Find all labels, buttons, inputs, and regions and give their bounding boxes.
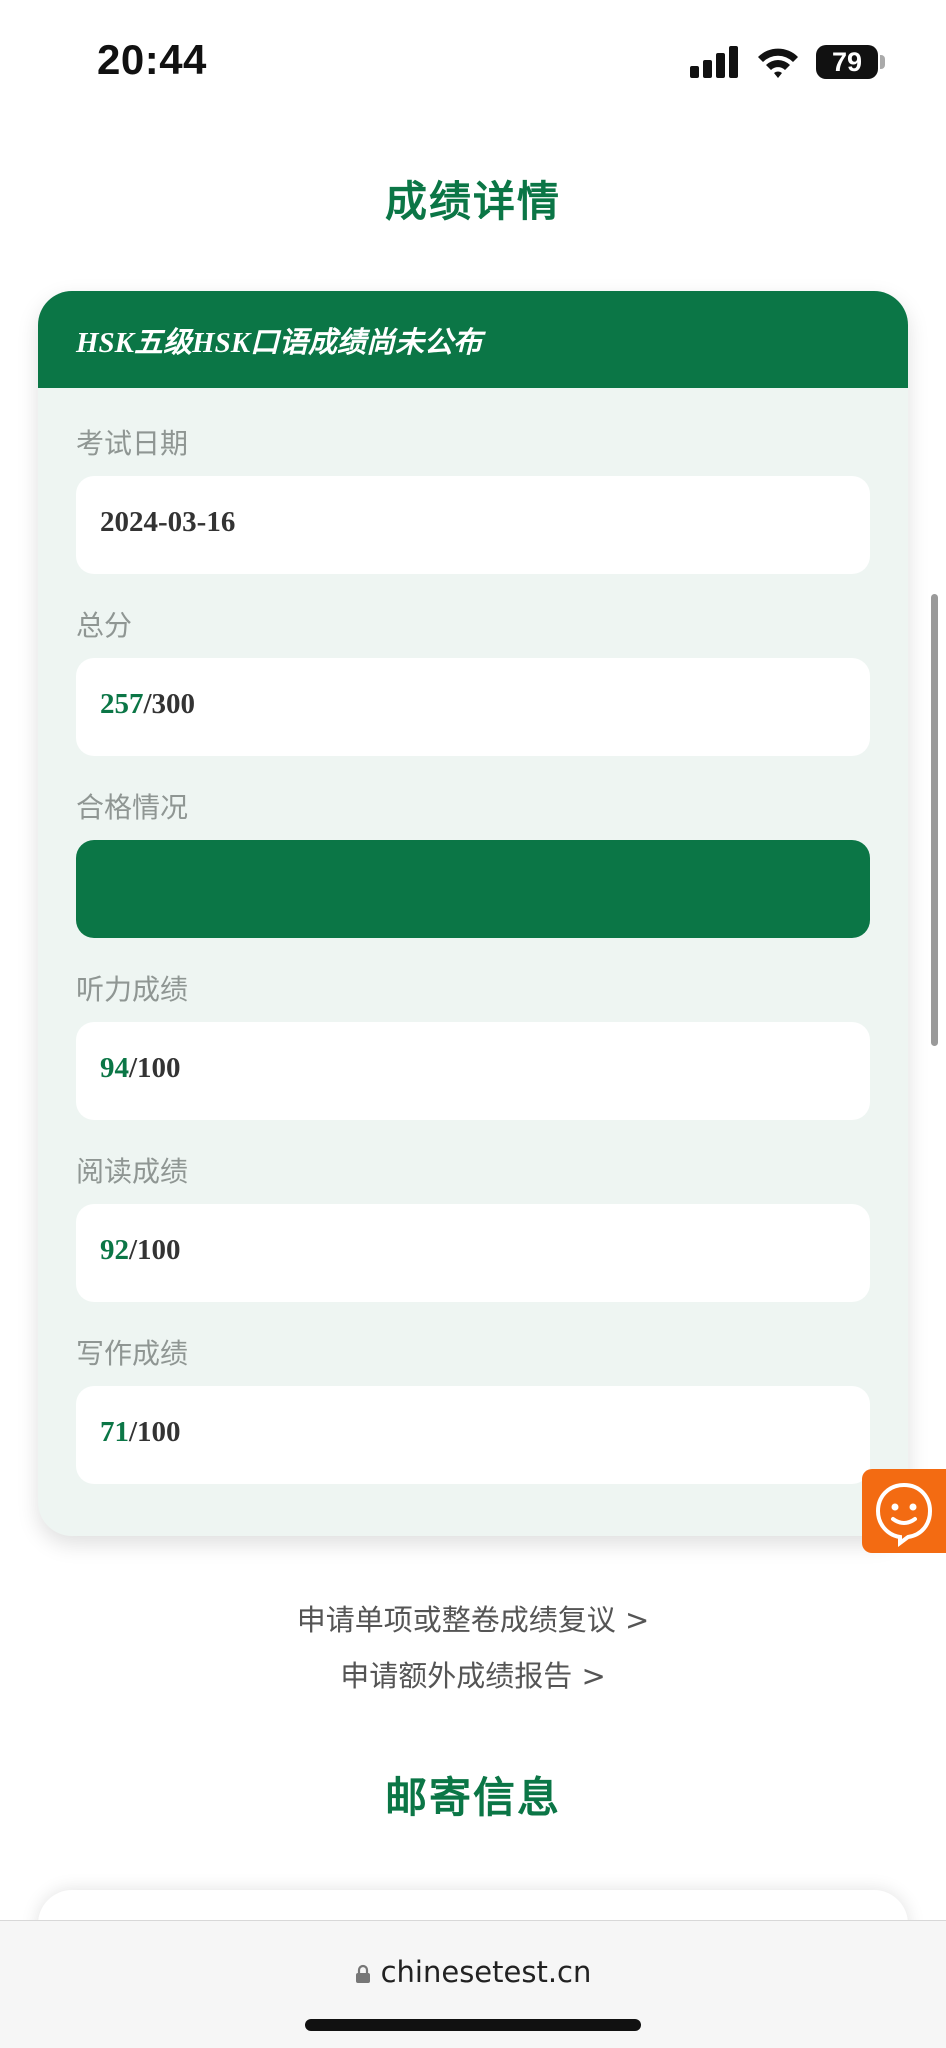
exam-date-value: 2024-03-16: [100, 506, 236, 538]
total-score-field: 257/300: [76, 658, 870, 756]
writing-score: 71: [100, 1416, 129, 1448]
battery-icon: 79: [816, 45, 878, 79]
status-time: 20:44: [97, 36, 207, 83]
writing-value: 71/100: [100, 1416, 181, 1449]
exam-name: HSK五级HSK口语成绩尚未公布: [76, 327, 483, 359]
total-score-value: 257/300: [100, 688, 195, 721]
battery-tip: [880, 55, 885, 69]
wifi-icon: [758, 48, 798, 78]
listening-value: 94/100: [100, 1052, 181, 1085]
listening-field: 94/100: [76, 1022, 870, 1120]
scrollbar[interactable]: [931, 594, 938, 1046]
extra-report-link[interactable]: 申请额外成绩报告 >: [0, 1653, 946, 1695]
browser-address-bar: chinesetest.cn: [0, 1920, 946, 2048]
total-score: 257: [100, 688, 144, 720]
reading-field: 92/100: [76, 1204, 870, 1302]
score-card: HSK五级HSK口语成绩尚未公布 考试日期 2024-03-16 总分 257/…: [38, 291, 908, 1536]
page: 20:44 79 成绩详情 HSK五级HSK口语成绩尚未公布 考试日期 2024…: [0, 0, 946, 2048]
reading-max: /100: [129, 1234, 181, 1266]
status-bar: 20:44 79: [0, 0, 946, 120]
card-header: HSK五级HSK口语成绩尚未公布: [38, 291, 908, 388]
listening-max: /100: [129, 1052, 181, 1084]
signal-icon: [690, 46, 740, 78]
lock-icon: [355, 1964, 370, 1983]
reading-score: 92: [100, 1234, 129, 1266]
home-indicator[interactable]: [305, 2019, 641, 2031]
page-title: 成绩详情: [384, 177, 561, 226]
total-score-max: /300: [143, 688, 196, 720]
pass-status-field: [76, 840, 870, 938]
listening-label: 听力成绩: [76, 973, 189, 1006]
chat-face-icon: [875, 1482, 933, 1547]
pass-status-label: 合格情况: [76, 791, 189, 824]
writing-label: 写作成绩: [76, 1337, 189, 1370]
exam-date-label: 考试日期: [76, 427, 189, 460]
reading-label: 阅读成绩: [76, 1155, 189, 1188]
mail-info-title: 邮寄信息: [384, 1773, 561, 1822]
writing-max: /100: [129, 1416, 181, 1448]
url-field[interactable]: chinesetest.cn: [0, 1955, 946, 1989]
score-review-link[interactable]: 申请单项或整卷成绩复议 >: [0, 1597, 946, 1639]
total-score-label: 总分: [76, 609, 133, 642]
reading-value: 92/100: [100, 1234, 181, 1267]
writing-field: 71/100: [76, 1386, 870, 1484]
customer-service-button[interactable]: [862, 1469, 946, 1553]
listening-score: 94: [100, 1052, 129, 1084]
url-text: chinesetest.cn: [380, 1955, 592, 1989]
exam-date-field: 2024-03-16: [76, 476, 870, 574]
